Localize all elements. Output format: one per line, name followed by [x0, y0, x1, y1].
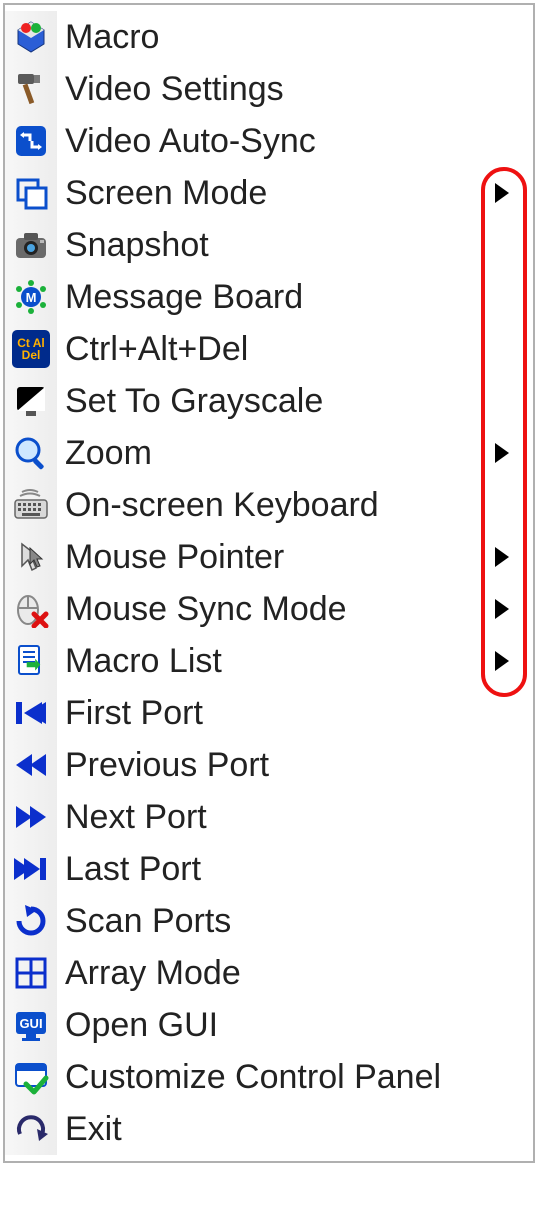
menu-item-zoom[interactable]: Zoom — [5, 427, 527, 479]
next-icon — [5, 791, 57, 843]
grid-icon — [5, 947, 57, 999]
gui-icon: GUI — [5, 999, 57, 1051]
grayscale-icon — [5, 375, 57, 427]
menu-item-label: Video Auto-Sync — [57, 122, 527, 161]
submenu-arrow-icon — [495, 651, 509, 671]
menu-item-label: Next Port — [57, 798, 527, 837]
ctrl-alt-del-icon: Ct AlDel — [5, 323, 57, 375]
menu-item-last-port[interactable]: Last Port — [5, 843, 527, 895]
submenu-arrow-icon — [495, 183, 509, 203]
screen-mode-icon — [5, 167, 57, 219]
message-board-icon: M — [5, 271, 57, 323]
menu-item-snapshot[interactable]: Snapshot — [5, 219, 527, 271]
menu-item-label: Message Board — [57, 278, 527, 317]
menu-item-mouse-pointer[interactable]: Mouse Pointer — [5, 531, 527, 583]
menu-item-label: Screen Mode — [57, 174, 495, 213]
submenu-arrow-icon — [495, 443, 509, 463]
hammer-icon — [5, 63, 57, 115]
menu-item-next-port[interactable]: Next Port — [5, 791, 527, 843]
menu-item-customize-panel[interactable]: Customize Control Panel — [5, 1051, 527, 1103]
svg-text:M: M — [26, 290, 37, 305]
menu-item-message-board[interactable]: M Message Board — [5, 271, 527, 323]
menu-item-video-auto-sync[interactable]: Video Auto-Sync — [5, 115, 527, 167]
menu-item-array-mode[interactable]: Array Mode — [5, 947, 527, 999]
menu-item-label: Macro List — [57, 642, 495, 681]
submenu-arrow-icon — [495, 547, 509, 567]
menu-item-on-screen-keyboard[interactable]: On-screen Keyboard — [5, 479, 527, 531]
menu-item-label: Mouse Sync Mode — [57, 590, 495, 629]
document-arrow-icon — [5, 635, 57, 687]
menu-item-screen-mode[interactable]: Screen Mode — [5, 167, 527, 219]
mouse-x-icon — [5, 583, 57, 635]
menu-item-label: On-screen Keyboard — [57, 486, 527, 525]
skip-last-icon — [5, 843, 57, 895]
menu-item-open-gui[interactable]: GUI Open GUI — [5, 999, 527, 1051]
menu-item-ctrl-alt-del[interactable]: Ct AlDel Ctrl+Alt+Del — [5, 323, 527, 375]
menu-item-scan-ports[interactable]: Scan Ports — [5, 895, 527, 947]
menu-item-set-to-grayscale[interactable]: Set To Grayscale — [5, 375, 527, 427]
customize-icon — [5, 1051, 57, 1103]
menu-item-label: Last Port — [57, 850, 527, 889]
menu-item-label: Mouse Pointer — [57, 538, 495, 577]
menu-item-label: Set To Grayscale — [57, 382, 527, 421]
svg-text:GUI: GUI — [19, 1016, 42, 1031]
refresh-icon — [5, 895, 57, 947]
menu-item-label: Customize Control Panel — [57, 1058, 527, 1097]
previous-icon — [5, 739, 57, 791]
skip-first-icon — [5, 687, 57, 739]
menu-item-label: Macro — [57, 18, 527, 57]
menu-item-mouse-sync-mode[interactable]: Mouse Sync Mode — [5, 583, 527, 635]
menu-item-label: Video Settings — [57, 70, 527, 109]
mouse-pointer-icon — [5, 531, 57, 583]
exit-icon — [5, 1103, 57, 1155]
menu-item-label: Previous Port — [57, 746, 527, 785]
menu-item-macro-list[interactable]: Macro List — [5, 635, 527, 687]
menu-item-label: Open GUI — [57, 1006, 527, 1045]
camera-icon — [5, 219, 57, 271]
magnifier-icon — [5, 427, 57, 479]
menu-item-label: Snapshot — [57, 226, 527, 265]
keyboard-icon — [5, 479, 57, 531]
menu-item-label: Exit — [57, 1110, 527, 1149]
sync-icon — [5, 115, 57, 167]
menu-item-label: Scan Ports — [57, 902, 527, 941]
menu-item-first-port[interactable]: First Port — [5, 687, 527, 739]
menu-item-label: First Port — [57, 694, 527, 733]
submenu-arrow-icon — [495, 599, 509, 619]
menu-item-macro[interactable]: Macro — [5, 11, 527, 63]
menu-item-previous-port[interactable]: Previous Port — [5, 739, 527, 791]
menu-item-label: Array Mode — [57, 954, 527, 993]
menu-item-label: Zoom — [57, 434, 495, 473]
menu-item-exit[interactable]: Exit — [5, 1103, 527, 1155]
menu-item-label: Ctrl+Alt+Del — [57, 330, 527, 369]
macro-icon — [5, 11, 57, 63]
context-menu: Macro Video Settings Video Auto-Sync Scr… — [3, 3, 535, 1163]
menu-item-video-settings[interactable]: Video Settings — [5, 63, 527, 115]
